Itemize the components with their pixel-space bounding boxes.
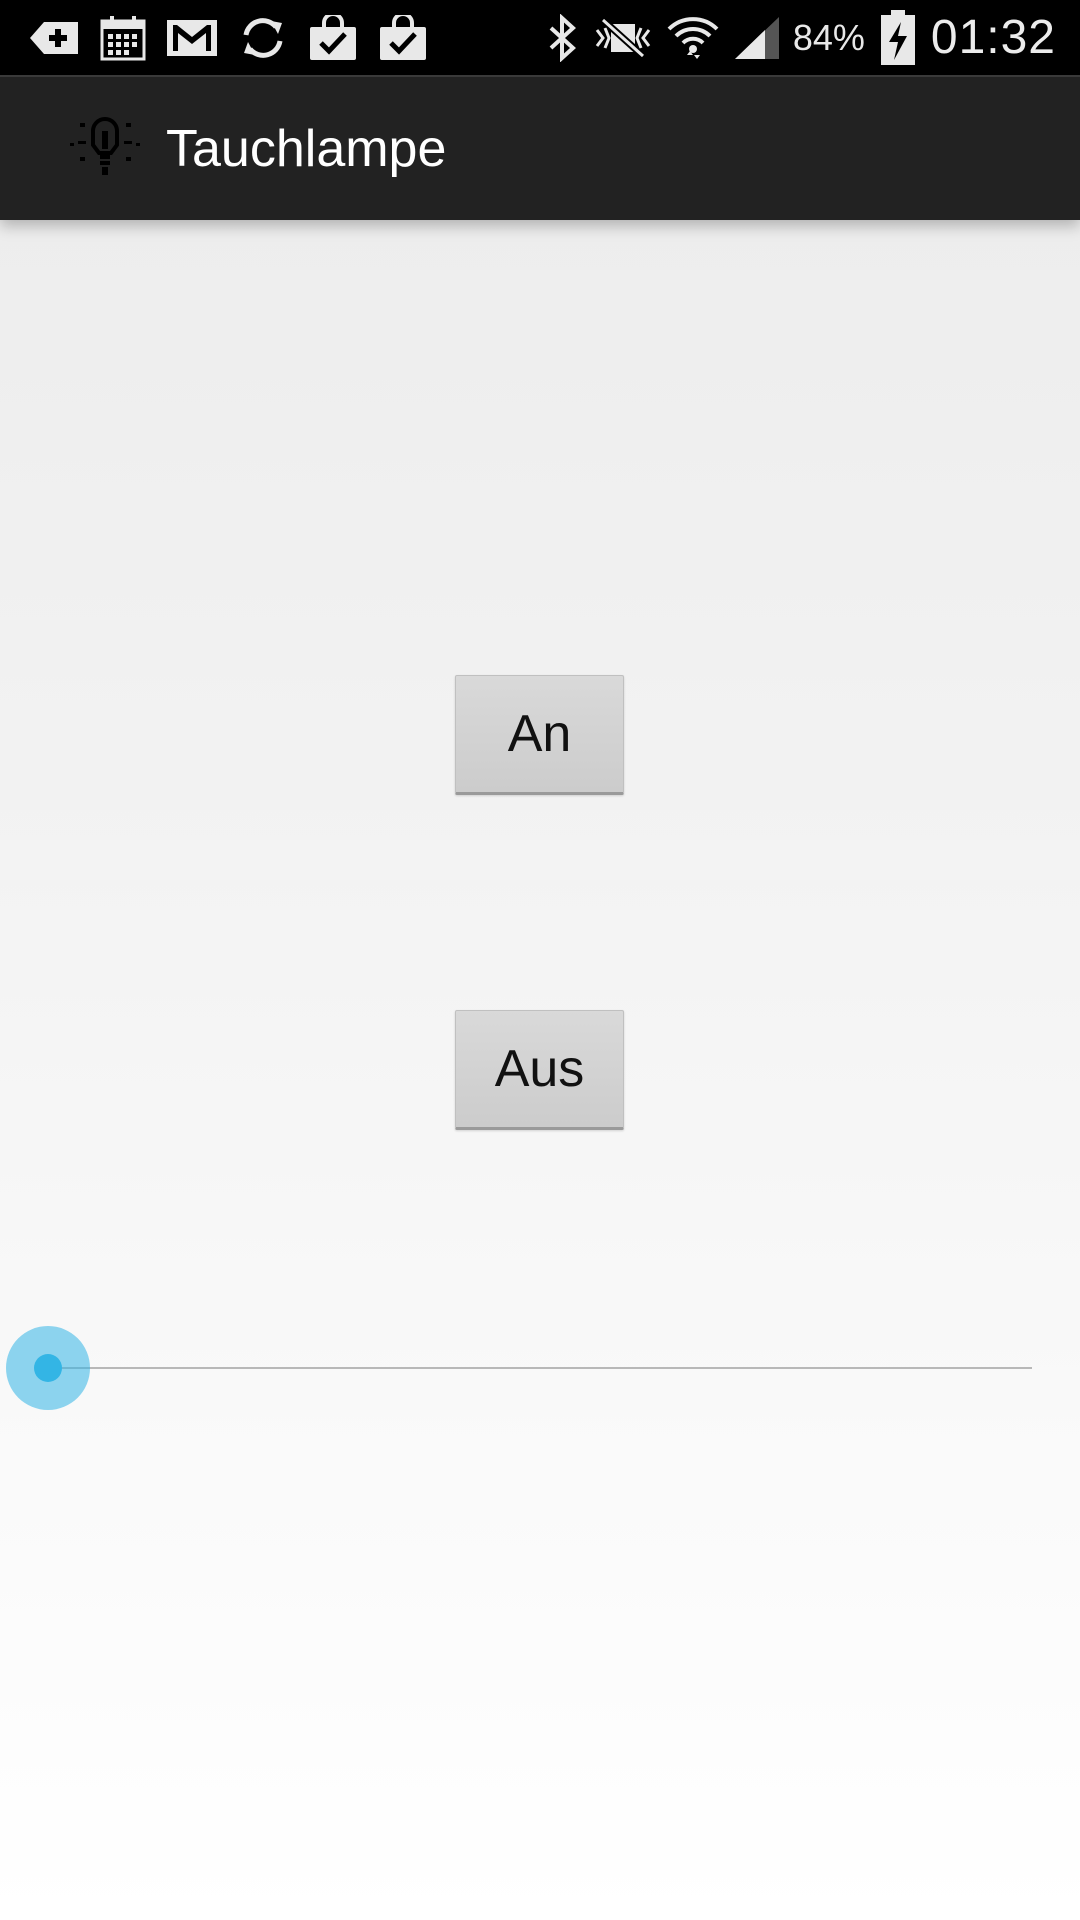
status-bar: 84% 01:32 <box>0 0 1080 75</box>
shopping-bag-check-icon <box>378 14 428 61</box>
action-bar: Tauchlampe <box>0 75 1080 220</box>
gmail-icon <box>166 19 218 57</box>
clock: 01:32 <box>930 11 1056 64</box>
calendar-icon <box>100 15 146 61</box>
on-button[interactable]: An <box>455 675 624 795</box>
brightness-slider[interactable] <box>0 1320 1080 1420</box>
bluetooth-icon <box>547 13 579 62</box>
signal-icon <box>733 15 781 61</box>
slider-thumb[interactable] <box>34 1354 62 1382</box>
download-icon <box>28 18 80 58</box>
slider-track[interactable] <box>48 1367 1032 1369</box>
wifi-icon <box>667 13 719 63</box>
battery-charging-icon <box>879 9 917 66</box>
notification-icons <box>28 14 448 61</box>
off-button[interactable]: Aus <box>455 1010 624 1130</box>
sync-icon <box>238 15 288 61</box>
lightbulb-icon[interactable] <box>62 116 148 181</box>
silent-mode-icon <box>593 16 653 60</box>
battery-percent: 84% <box>792 16 865 58</box>
shopping-bag-check-icon <box>308 14 358 61</box>
system-status: 84% 01:32 <box>533 9 1056 66</box>
app-title: Tauchlampe <box>166 119 447 178</box>
